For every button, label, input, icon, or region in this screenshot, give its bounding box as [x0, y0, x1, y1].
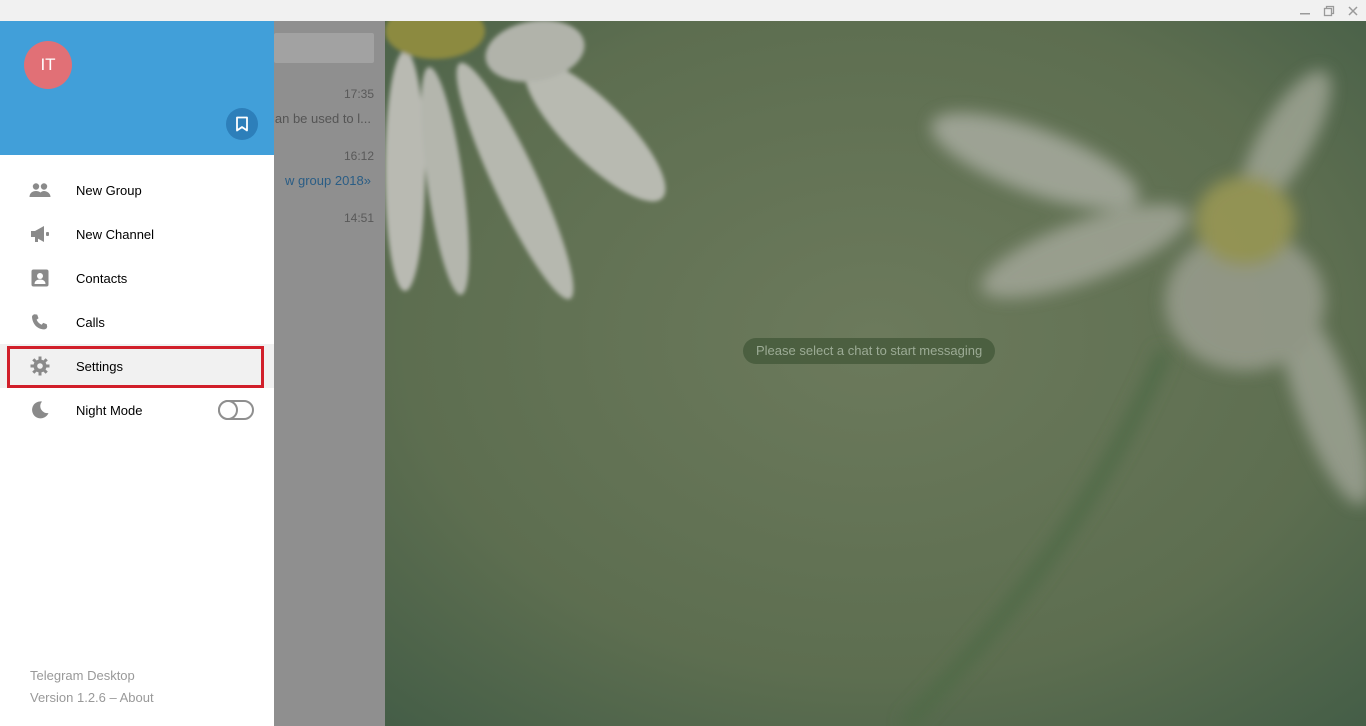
chat-preview[interactable]: an be used to l...: [275, 111, 371, 126]
chat-time: 16:12: [343, 149, 374, 163]
minimize-icon[interactable]: [1297, 3, 1313, 19]
menu-item-label: New Channel: [76, 226, 155, 242]
window-titlebar: [0, 0, 1366, 21]
chat-preview[interactable]: w group 2018»: [285, 173, 371, 188]
restore-icon[interactable]: [1321, 3, 1337, 19]
menu-item-new-group[interactable]: New Group: [0, 168, 274, 212]
avatar[interactable]: IT: [24, 41, 72, 89]
night-mode-toggle[interactable]: [218, 400, 254, 420]
menu-item-calls[interactable]: Calls: [0, 300, 274, 344]
moon-icon: [28, 398, 52, 422]
menu-item-label: Calls: [76, 314, 105, 330]
group-icon: [28, 178, 52, 202]
version-about-link[interactable]: Version 1.2.6 – About: [30, 690, 154, 705]
empty-state-message: Please select a chat to start messaging: [743, 338, 996, 364]
menu-item-label: Contacts: [76, 270, 128, 286]
main-menu-drawer: IT New Group New Channel Contacts Calls …: [0, 21, 274, 726]
chat-area: Please select a chat to start messaging: [385, 21, 1366, 726]
megaphone-icon: [28, 222, 52, 246]
highlight-annotation-box: [7, 346, 264, 388]
drawer-header: IT: [0, 21, 274, 155]
bookmark-icon: [236, 116, 248, 132]
menu-item-contacts[interactable]: Contacts: [0, 256, 274, 300]
chat-time: 17:35: [343, 87, 374, 101]
daisy-wallpaper: [385, 21, 1366, 726]
menu-item-label: Night Mode: [76, 402, 143, 418]
menu-item-label: New Group: [76, 182, 142, 198]
toggle-knob: [218, 400, 238, 420]
app-name: Telegram Desktop: [30, 668, 135, 683]
contact-card-icon: [28, 266, 52, 290]
menu-item-new-channel[interactable]: New Channel: [0, 212, 274, 256]
chat-search-field[interactable]: [274, 33, 374, 63]
chat-list: 17:35 an be used to l... 16:12 w group 2…: [274, 21, 385, 726]
phone-icon: [28, 310, 52, 334]
close-icon[interactable]: [1345, 3, 1361, 19]
chat-time: 14:51: [343, 211, 374, 225]
saved-messages-button[interactable]: [226, 108, 258, 140]
